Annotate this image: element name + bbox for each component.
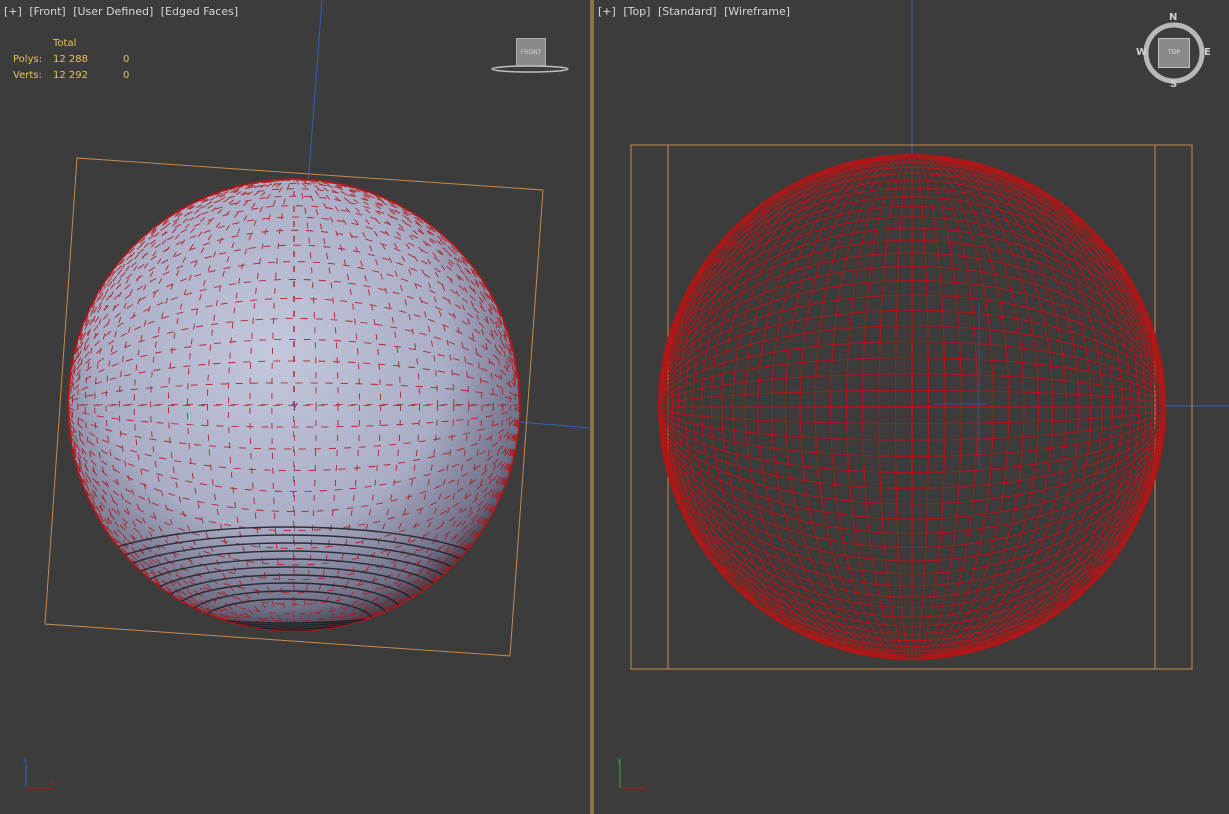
compass-north[interactable]: N	[1169, 12, 1177, 23]
front-viewport[interactable]: y [+] [Front] [User Defined] [Edged Face…	[0, 0, 590, 814]
top-view-canvas[interactable]	[594, 0, 1229, 814]
pivot-marker: y	[292, 400, 298, 411]
viewport-menu-plus[interactable]: [+]	[598, 5, 616, 18]
stats-header: Total	[53, 38, 77, 49]
x-axis-line	[517, 421, 590, 429]
top-viewport[interactable]: [+] [Top] [Standard] [Wireframe] TOP N S…	[594, 0, 1229, 814]
front-viewport-label[interactable]: [+] [Front] [User Defined] [Edged Faces]	[4, 5, 242, 18]
compass-south[interactable]: S	[1170, 79, 1177, 90]
viewport-shading-menu[interactable]: [Standard]	[658, 5, 717, 18]
viewport-menu-plus[interactable]: [+]	[4, 5, 22, 18]
front-view-canvas[interactable]: y	[0, 0, 590, 814]
viewport-display-menu[interactable]: [Edged Faces]	[161, 5, 238, 18]
viewport-display-menu[interactable]: [Wireframe]	[724, 5, 790, 18]
viewcube-front-icon[interactable]: FRONT	[516, 38, 546, 66]
compass-west[interactable]: W	[1136, 47, 1147, 58]
compass-east[interactable]: E	[1204, 47, 1211, 58]
top-viewport-label[interactable]: [+] [Top] [Standard] [Wireframe]	[598, 5, 794, 18]
statistics-overlay: Total Polys: 12 288 0 Verts: 12 292 0	[13, 36, 129, 84]
viewport-point-of-view-menu[interactable]: [Front]	[29, 5, 65, 18]
viewport-point-of-view-menu[interactable]: [Top]	[623, 5, 650, 18]
z-axis-line	[307, 0, 323, 186]
wireframe-sphere[interactable]	[658, 154, 1166, 660]
viewcube-top-icon[interactable]: TOP	[1158, 38, 1190, 68]
wire-meridian	[911, 155, 913, 659]
stats-row-verts: Verts: 12 292 0	[13, 70, 130, 81]
wire-parallel	[659, 406, 1165, 408]
viewport-shading-menu[interactable]: [User Defined]	[73, 5, 153, 18]
stats-row-polys: Polys: 12 288 0	[13, 54, 130, 65]
